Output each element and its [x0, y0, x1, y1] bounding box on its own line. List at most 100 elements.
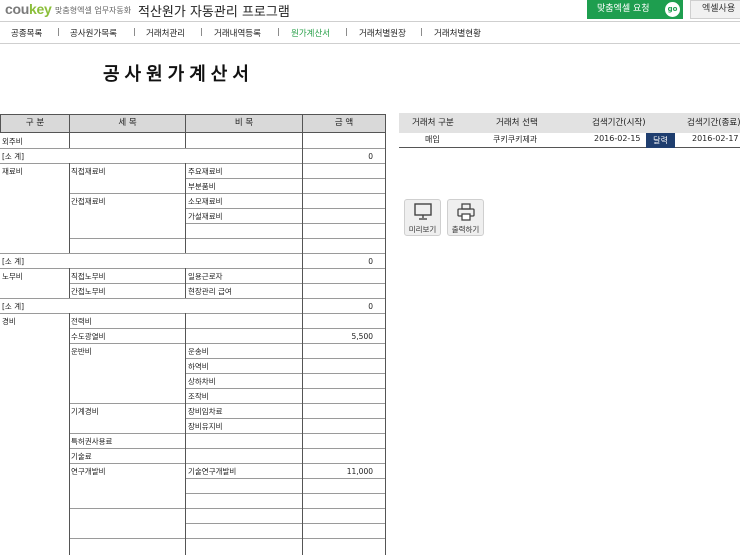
vendor-type-select[interactable]: 매입 [425, 134, 440, 145]
subtotal-label: [소 계] [2, 257, 25, 266]
row-divider [69, 403, 386, 404]
request-button-label: 맞춤엑셀 요청 [597, 4, 650, 14]
nav-separator: | [345, 27, 348, 36]
amount-tech-rnd: 11,000 [346, 467, 373, 476]
nav-item-work-types[interactable]: 공종목록 [11, 27, 42, 39]
item-transport: 운반비 [71, 347, 92, 356]
preview-label: 미리보기 [408, 225, 437, 234]
item-patent-fee: 특허권사용료 [71, 437, 113, 446]
nav-item-cost-statement[interactable]: 원가계산서 [291, 27, 330, 39]
category-expenses: 경비 [2, 317, 16, 326]
header-start-date: 검색기간(시작) [592, 118, 646, 128]
excel-usage-button[interactable]: 엑셀사용 [690, 0, 740, 19]
custom-excel-request-button[interactable]: 맞춤엑셀 요청 go [587, 0, 683, 19]
col-divider [69, 133, 70, 148]
nav-item-vendor-management[interactable]: 거래처관리 [146, 27, 185, 39]
col-divider [69, 268, 70, 298]
row-divider [0, 298, 386, 299]
row-divider [69, 328, 386, 329]
subtotal-label: [소 계] [2, 302, 25, 311]
subitem-operation: 조작비 [188, 392, 209, 401]
coukey-logo[interactable]: coukey [5, 1, 52, 17]
table-right-border [385, 133, 386, 555]
col-divider [69, 313, 70, 555]
row-divider [185, 373, 386, 374]
row-divider [399, 147, 740, 148]
item-utilities: 수도광열비 [71, 332, 106, 341]
row-divider [0, 313, 386, 314]
logo-tagline: 맞춤형엑셀 업무자동화 [55, 6, 132, 15]
row-divider [0, 163, 386, 164]
subtotal-label: [소 계] [2, 152, 25, 161]
row-divider [69, 343, 386, 344]
subitem-temporary-material: 가설재료비 [188, 212, 223, 221]
subitem-shipping: 운송비 [188, 347, 209, 356]
row-divider [69, 433, 386, 434]
row-divider [69, 448, 386, 449]
end-date-field[interactable]: 2016-02-17 [692, 134, 739, 143]
item-technology-fee: 기술료 [71, 452, 92, 461]
preview-button[interactable]: 미리보기 [404, 199, 441, 236]
print-label: 출력하기 [451, 225, 480, 234]
row-divider [185, 493, 386, 494]
subtotal-amount: 0 [368, 152, 373, 161]
nav-item-vendor-ledger[interactable]: 거래처별원장 [359, 27, 406, 39]
row-divider [69, 193, 386, 194]
nav-separator: | [200, 27, 203, 36]
nav-item-transaction-entry[interactable]: 거래내역등록 [214, 27, 261, 39]
row-divider [185, 523, 386, 524]
subitem-parts: 부분품비 [188, 182, 216, 191]
app-title: 적산원가 자동관리 프로그램 [138, 5, 290, 20]
row-divider [69, 238, 386, 239]
nav-separator: | [133, 27, 136, 36]
row-divider [185, 358, 386, 359]
item-direct-labor: 직접노무비 [71, 272, 106, 281]
row-divider [185, 478, 386, 479]
row-divider [69, 463, 386, 464]
printer-icon [456, 203, 475, 221]
col-divider [185, 133, 186, 148]
print-button[interactable]: 출력하기 [447, 199, 484, 236]
col-divider [302, 133, 303, 555]
item-indirect-material: 간접재료비 [71, 197, 106, 206]
row-divider [69, 508, 386, 509]
row-divider [0, 148, 386, 149]
nav-item-cost-list[interactable]: 공사원가목록 [70, 27, 117, 39]
vendor-select[interactable]: 쿠키쿠키제과 [493, 134, 537, 145]
header-amount: 금 액 [302, 114, 386, 133]
main-nav: 공종목록 | 공사원가목록 | 거래처관리 | 거래내역등록 | 원가계산서 |… [0, 22, 740, 44]
search-filter-panel: 거래처 구분 거래처 선택 검색기간(시작) 검색기간(종료) 매입 쿠키쿠키제… [399, 113, 740, 150]
row-divider [185, 388, 386, 389]
header-category: 구 분 [0, 114, 70, 133]
nav-item-vendor-status[interactable]: 거래처별현황 [434, 27, 481, 39]
subitem-site-management-pay: 현장관리 급여 [188, 287, 232, 296]
calendar-button[interactable]: 달력 [646, 133, 675, 148]
start-date-field[interactable]: 2016-02-15 [594, 134, 641, 143]
subitem-day-workers: 일용근로자 [188, 272, 223, 281]
row-divider [0, 268, 386, 269]
subitem-tech-rnd: 기술연구개발비 [188, 467, 237, 476]
nav-separator: | [57, 27, 60, 36]
item-machine-expense: 기계경비 [71, 407, 99, 416]
item-direct-material: 직접재료비 [71, 167, 106, 176]
header-sub-item: 비 목 [185, 114, 303, 133]
cost-statement-table: 구 분 세 목 비 목 금 액 외주비 [소 계] 0 재료비 직접재료비 주요… [0, 114, 386, 555]
nav-separator: | [420, 27, 423, 36]
col-divider [185, 313, 186, 555]
subitem-unloading: 하역비 [188, 362, 209, 371]
header-vendor-select: 거래처 선택 [496, 118, 538, 128]
header-item: 세 목 [69, 114, 186, 133]
app-header: coukey 맞춤형엑셀 업무자동화 적산원가 자동관리 프로그램 맞춤엑셀 요… [0, 0, 740, 22]
row-divider [69, 283, 386, 284]
subitem-main-material: 주요재료비 [188, 167, 223, 176]
header-end-date: 검색기간(종료) [687, 118, 740, 128]
col-divider [69, 163, 70, 253]
row-divider [185, 178, 386, 179]
subitem-consumables: 소모재료비 [188, 197, 223, 206]
monitor-icon [413, 203, 432, 220]
category-labor: 노무비 [2, 272, 23, 281]
row-divider [0, 253, 386, 254]
header-vendor-type: 거래처 구분 [412, 118, 454, 128]
col-divider [185, 163, 186, 253]
category-material: 재료비 [2, 167, 23, 176]
